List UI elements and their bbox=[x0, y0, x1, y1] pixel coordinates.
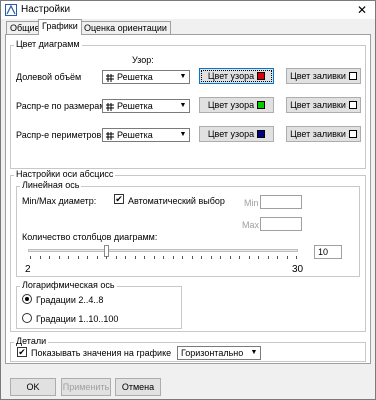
chevron-down-icon: ▼ bbox=[179, 131, 187, 138]
chevron-down-icon: ▼ bbox=[179, 73, 187, 80]
slider-tick bbox=[277, 256, 278, 259]
auto-select-label: Автоматический выбор bbox=[128, 196, 225, 206]
fill-color-button-perimeter[interactable]: Цвет заливки bbox=[286, 126, 361, 142]
slider-tick bbox=[125, 256, 126, 259]
slider-max-label: 30 bbox=[292, 264, 304, 275]
tab-panel: Цвет диаграмм Узор: Долевой объём Решетк… bbox=[5, 34, 371, 364]
tab-charts[interactable]: Графики bbox=[38, 19, 82, 35]
close-icon[interactable]: ✕ bbox=[349, 1, 375, 19]
pattern-select-size[interactable]: Решетка ▼ bbox=[102, 99, 190, 113]
chevron-down-icon: ▼ bbox=[250, 349, 258, 356]
slider-tick bbox=[248, 256, 250, 259]
slider-min-label: 2 bbox=[25, 264, 31, 275]
pattern-color-button-size[interactable]: Цвет узора bbox=[199, 97, 274, 113]
slider-tick bbox=[68, 256, 69, 259]
slider-tick bbox=[172, 256, 174, 259]
cancel-button[interactable]: Отмена bbox=[115, 378, 161, 396]
orientation-select[interactable]: Горизонтально ▼ bbox=[177, 346, 261, 360]
pattern-select-volume[interactable]: Решетка ▼ bbox=[102, 70, 190, 84]
slider-tick bbox=[144, 256, 145, 259]
row-label-volume: Долевой объём bbox=[16, 72, 82, 82]
min-label: Min bbox=[244, 198, 259, 208]
max-label: Max bbox=[242, 220, 260, 230]
auto-select-checkbox[interactable]: ✔ bbox=[114, 194, 124, 204]
slider-tick bbox=[229, 256, 231, 259]
pattern-color-button-volume[interactable]: Цвет узора bbox=[199, 68, 274, 84]
bars-count-input[interactable]: 10 bbox=[314, 245, 342, 259]
slider-tick bbox=[106, 256, 107, 259]
color-swatch bbox=[348, 72, 357, 80]
slider-tick bbox=[210, 256, 212, 259]
app-icon bbox=[5, 4, 17, 16]
color-swatch bbox=[257, 130, 266, 138]
settings-window: Настройки ✕ Общие Графики Оценка ориента… bbox=[0, 0, 376, 400]
show-values-label: Показывать значения на графике bbox=[31, 348, 172, 358]
chevron-down-icon: ▼ bbox=[179, 102, 187, 109]
apply-button[interactable]: Применить bbox=[61, 378, 111, 396]
slider-tick bbox=[239, 256, 240, 259]
slider-tick bbox=[220, 256, 221, 259]
slider-tick bbox=[153, 256, 155, 259]
min-input[interactable] bbox=[260, 195, 302, 209]
grid-icon bbox=[106, 74, 114, 82]
log-axis-group-label: Логарифмическая ось bbox=[20, 280, 117, 290]
log-option-radio-2[interactable] bbox=[22, 313, 32, 323]
row-label-perimeter: Распр-е периметров bbox=[16, 130, 102, 140]
slider-tick bbox=[115, 256, 117, 259]
slider-tick bbox=[134, 256, 136, 259]
fill-color-button-size[interactable]: Цвет заливки bbox=[286, 97, 361, 113]
tab-orientation[interactable]: Оценка ориентации bbox=[80, 21, 171, 34]
details-group-label: Детали bbox=[14, 336, 49, 346]
bars-slider-track[interactable] bbox=[28, 249, 298, 252]
slider-tick bbox=[182, 256, 183, 259]
slider-tick bbox=[191, 256, 193, 259]
slider-tick bbox=[163, 256, 164, 259]
chart-color-group-label: Цвет диаграмм bbox=[14, 39, 82, 49]
color-swatch bbox=[348, 130, 357, 138]
show-values-checkbox[interactable]: ✔ bbox=[17, 347, 27, 357]
minmax-label: Min/Max диаметр: bbox=[22, 196, 97, 206]
log-option-label-1: Градации 2..4..8 bbox=[36, 295, 104, 305]
slider-tick bbox=[258, 256, 259, 259]
ok-button[interactable]: OK bbox=[10, 378, 56, 396]
pattern-select-perimeter[interactable]: Решетка ▼ bbox=[102, 128, 190, 142]
slider-tick bbox=[96, 256, 98, 259]
slider-tick bbox=[286, 256, 288, 259]
row-label-size: Распр-е по размерам bbox=[16, 101, 106, 111]
slider-tick bbox=[30, 256, 31, 259]
max-input[interactable] bbox=[260, 217, 302, 231]
slider-tick bbox=[58, 256, 60, 259]
axis-settings-group-label: Настройки оси абсцисс bbox=[14, 169, 116, 179]
color-swatch bbox=[348, 101, 357, 109]
fill-color-button-volume[interactable]: Цвет заливки bbox=[286, 68, 361, 84]
log-option-label-2: Градации 1..10..100 bbox=[36, 314, 119, 324]
pattern-header: Узор: bbox=[132, 55, 154, 65]
slider-tick bbox=[201, 256, 202, 259]
window-title: Настройки bbox=[21, 4, 71, 15]
slider-tick bbox=[296, 256, 297, 259]
slider-tick bbox=[267, 256, 269, 259]
color-swatch bbox=[257, 72, 266, 80]
title-bar: Настройки ✕ bbox=[1, 1, 375, 19]
linear-axis-group-label: Линейная ось bbox=[20, 180, 82, 190]
slider-tick bbox=[87, 256, 88, 259]
slider-tick bbox=[39, 256, 41, 259]
grid-icon bbox=[106, 103, 114, 111]
bars-count-label: Количество столбцов диаграмм: bbox=[22, 232, 158, 242]
grid-icon bbox=[106, 132, 114, 140]
slider-tick bbox=[49, 256, 50, 259]
slider-tick bbox=[77, 256, 79, 259]
color-swatch bbox=[257, 101, 266, 109]
log-option-radio-1[interactable] bbox=[22, 294, 32, 304]
pattern-color-button-perimeter[interactable]: Цвет узора bbox=[199, 126, 274, 142]
